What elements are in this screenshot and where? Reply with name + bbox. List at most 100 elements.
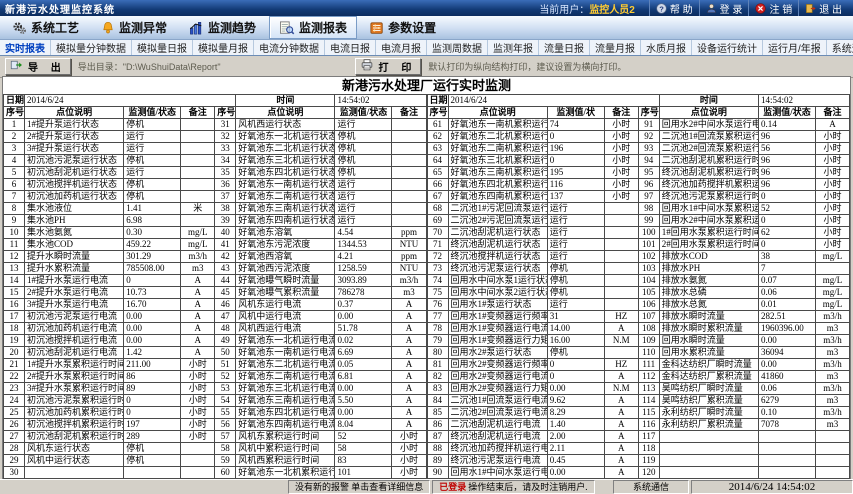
- cell-no: 47: [215, 311, 236, 323]
- report-icon: [279, 21, 295, 35]
- cell-no: 58: [215, 443, 236, 455]
- cell-value: 7078: [758, 419, 815, 431]
- cell-value: 停机: [335, 155, 392, 167]
- tab-item-6[interactable]: 电流月报: [376, 40, 427, 55]
- cell-unit: 小时: [604, 143, 638, 155]
- logout-icon: [755, 3, 766, 14]
- tab-item-10[interactable]: 流量月报: [590, 40, 641, 55]
- table-row: 22#提升泵运行状态运行32好氧池东一北机运行状态停机: [4, 131, 427, 143]
- tab-item-1[interactable]: 模拟量分钟数据: [51, 40, 132, 55]
- cell-unit: [815, 467, 849, 479]
- tab-item-4[interactable]: 电流分钟数据: [254, 40, 325, 55]
- cell-unit: 小时: [815, 215, 849, 227]
- cell-value: 6.69: [335, 347, 392, 359]
- table-row: 85二沉池2#回流泵运行电流8.29A115永利纺织厂瞬时流量0.10m3/h: [427, 407, 850, 419]
- tab-item-5[interactable]: 电流日报: [325, 40, 376, 55]
- cell-no: 9: [4, 215, 25, 227]
- cell-unit: A: [392, 347, 426, 359]
- menu-item-0[interactable]: 系统工艺: [3, 17, 88, 38]
- cell-desc: 好氧池东三南机运行电流: [236, 395, 335, 407]
- cell-unit: [181, 191, 215, 203]
- report-table-right: 日期2014/6/24时间14:54:02序号点位说明监测值/状备注序号点位说明…: [427, 94, 851, 479]
- print-button[interactable]: 打 印: [355, 58, 422, 75]
- table-row: 12提升水瞬时流量301.29m3/h42好氧池西溶氧4.21ppm: [4, 251, 427, 263]
- export-button[interactable]: 导 出: [5, 58, 71, 75]
- status-alarm[interactable]: 没有新的报警 单击查看详细信息: [288, 480, 430, 494]
- cell-unit: m3: [815, 419, 849, 431]
- menu-bar: 系统工艺监测异常监测趋势监测报表参数设置: [0, 16, 853, 40]
- tab-item-14[interactable]: 系统运行异常: [827, 40, 853, 55]
- cell-no: 7: [4, 191, 25, 203]
- cell-unit: A: [392, 371, 426, 383]
- cell-desc: 好氧池东三北机运行状态: [236, 155, 335, 167]
- cell-desc: 初沉池加药机运行电流: [25, 323, 124, 335]
- user-icon: [706, 3, 717, 14]
- bell-icon: [101, 21, 115, 35]
- menu-item-2[interactable]: 监测趋势: [180, 17, 265, 38]
- gears-icon: [12, 21, 27, 35]
- titlebar-button-label: 注 销: [769, 1, 792, 16]
- cell-unit: 小时: [181, 383, 215, 395]
- status-bar: 没有新的报警 单击查看详细信息 已登录操作结束后，请及时注销用户. 系统通信 2…: [0, 479, 853, 494]
- table-row: 19初沉池搅拌机运行电流0.00A49好氧池东一北机运行电流0.02A: [4, 335, 427, 347]
- tab-item-12[interactable]: 设备运行统计: [692, 40, 763, 55]
- cell-no: 52: [215, 371, 236, 383]
- cell-desc: 金科达纺织厂瞬时流量: [659, 359, 758, 371]
- settings-icon: [370, 21, 384, 35]
- cell-desc: 好氧池曝气瞬时流量: [236, 275, 335, 287]
- tab-item-13[interactable]: 运行月/年报: [763, 40, 827, 55]
- cell-value: 101: [335, 467, 392, 479]
- table-row: 26初沉池搅拌机累积运行时间197小时56好氧池东四南机运行电流8.04A: [4, 419, 427, 431]
- cell-value: 289: [124, 431, 181, 443]
- cell-value: 0: [758, 239, 815, 251]
- cell-desc: 回用水2#变频器运行力矩: [448, 383, 547, 395]
- cell-no: 118: [638, 443, 659, 455]
- cell-value: 运行: [124, 143, 181, 155]
- menu-item-3[interactable]: 监测报表: [269, 16, 357, 39]
- table-row: 163#提升水泵运行电流16.70A46风机东运行电流0.37A: [4, 299, 427, 311]
- cell-value: 停机: [124, 191, 181, 203]
- cell-value: 0.00: [758, 359, 815, 371]
- cell-value: 2.11: [547, 443, 604, 455]
- cell-value: 停机: [124, 119, 181, 131]
- menu-item-1[interactable]: 监测异常: [92, 17, 176, 38]
- cell-desc: 排放水PH: [659, 263, 758, 275]
- cell-desc: 好氧池东一南机运行电流: [236, 347, 335, 359]
- table-row: 65好氧池东三南机累积运行时间195小时95终沉池刮泥机累积运行时间96小时: [427, 167, 850, 179]
- tab-item-0[interactable]: 实时报表: [0, 40, 51, 55]
- cell-unit: [392, 215, 426, 227]
- cell-desc: 排放水瞬时流量: [659, 311, 758, 323]
- cell-no: 85: [427, 407, 448, 419]
- cell-desc: 永利纺织厂累积流量: [659, 419, 758, 431]
- tab-item-2[interactable]: 模拟量日报: [132, 40, 193, 55]
- cell-desc: 二沉池刮泥机累积运行时间: [659, 155, 758, 167]
- table-row: 211#提升水泵累积运行时间211.00小时51好氧池东二北机运行电流0.05A: [4, 359, 427, 371]
- titlebar-button-3[interactable]: 退 出: [798, 0, 848, 16]
- titlebar-button-2[interactable]: 注 销: [748, 0, 798, 16]
- cell-unit: m3: [815, 395, 849, 407]
- titlebar-button-0[interactable]: ?帮 助: [649, 0, 699, 16]
- cell-unit: A: [604, 371, 638, 383]
- menu-item-4[interactable]: 参数设置: [361, 17, 445, 38]
- cell-unit: 小时: [392, 443, 426, 455]
- cell-unit: m3/h: [815, 311, 849, 323]
- cell-desc: 2#提升水泵累积运行时间: [25, 371, 124, 383]
- titlebar-button-label: 帮 助: [670, 1, 693, 16]
- cell-value: 0.00: [335, 407, 392, 419]
- cell-value: 459.22: [124, 239, 181, 251]
- cell-unit: 小时: [181, 359, 215, 371]
- tab-item-7[interactable]: 监测周数据: [427, 40, 488, 55]
- cell-no: 8: [4, 203, 25, 215]
- cell-desc: 好氧池东一北机运行状态: [236, 131, 335, 143]
- cell-unit: 小时: [815, 143, 849, 155]
- titlebar-button-1[interactable]: 登 录: [699, 0, 749, 16]
- tab-item-9[interactable]: 流量日报: [539, 40, 590, 55]
- cell-unit: [181, 119, 215, 131]
- tab-item-11[interactable]: 水质月报: [641, 40, 692, 55]
- cell-value: 0.00: [124, 311, 181, 323]
- cell-no: 11: [4, 239, 25, 251]
- tab-item-3[interactable]: 模拟量月报: [193, 40, 254, 55]
- tab-item-8[interactable]: 监测年报: [488, 40, 539, 55]
- time-label: 时间: [236, 95, 335, 107]
- cell-no: 1: [4, 119, 25, 131]
